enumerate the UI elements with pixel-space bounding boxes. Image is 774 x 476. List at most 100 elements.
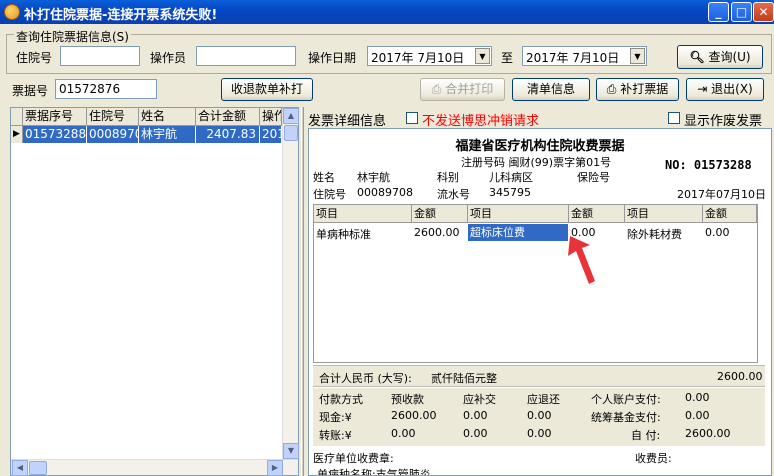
cashier-label: 收费员:: [635, 452, 672, 465]
binoculars-icon: 🔍︎: [689, 50, 705, 64]
to-label: 至: [501, 51, 514, 65]
patient-no-label: 住院号: [16, 51, 53, 65]
scroll-up-icon[interactable]: ▲: [283, 108, 299, 124]
splitter[interactable]: [301, 107, 304, 476]
item-name-selected[interactable]: 超标床位费: [468, 224, 568, 241]
items-header: 项目: [468, 205, 569, 223]
self-pay-label: 自 付:: [631, 429, 661, 442]
table-cell[interactable]: 01573288: [23, 126, 87, 143]
red-arrow-annotation: [568, 236, 595, 284]
name-value: 林宇航: [357, 171, 390, 184]
refund-label: 应退还: [527, 393, 560, 406]
exit-button-label: 退出(X): [711, 82, 753, 96]
close-button[interactable]: ✕: [753, 2, 774, 22]
date-from-picker[interactable]: 2017年 7月10日 ▼: [367, 46, 492, 66]
disease-line: 单病种名称:支气管肺炎: [317, 468, 431, 476]
merge-print-button[interactable]: ⎙ 合并打印: [420, 78, 505, 101]
transfer-prepaid: 0.00: [391, 427, 416, 440]
receipt-date: 2017年07月10日: [677, 188, 766, 201]
insurance-label: 保险号: [577, 171, 610, 184]
show-void-checkbox[interactable]: [668, 112, 680, 124]
fund-value: 0.00: [685, 409, 710, 422]
pay-method-label: 付款方式: [319, 393, 363, 406]
serial-label: 流水号: [437, 188, 470, 201]
total-label: 合计人民币 (大写):: [319, 372, 412, 385]
app-icon: [4, 4, 20, 20]
cash-refund: 0.00: [527, 409, 552, 422]
serial-value: 345795: [489, 186, 531, 199]
payment-area: 付款方式 预收款 应补交 应退还 个人账户支付: 0.00 现金:¥ 2600.…: [313, 388, 765, 446]
personal-value: 0.00: [685, 391, 710, 404]
col-header-total[interactable]: 合计金额: [196, 108, 260, 126]
search-button[interactable]: 🔍︎ 查询(U): [677, 45, 763, 69]
printer-icon: ⎙: [606, 82, 617, 96]
detail-label: 发票详细信息: [308, 114, 387, 129]
items-header: 金额: [412, 205, 468, 223]
receipt-list-grid[interactable]: 票据序号 住院号 姓名 合计金额 操作 ▶ 01573288 0008970 林…: [10, 107, 299, 476]
exit-button[interactable]: ⇥ 退出(X): [686, 78, 764, 101]
scroll-thumb[interactable]: [284, 125, 298, 141]
dept-value: 儿科病区: [489, 171, 533, 184]
title-bar: 补打住院票据-连接开票系统失败! _ □ ✕: [0, 0, 774, 24]
reprint-refund-button[interactable]: 收退款单补打: [221, 78, 313, 101]
receipt-title: 福建省医疗机构住院收费票据: [455, 139, 625, 154]
total-words: 贰仟陆佰元整: [431, 372, 497, 385]
table-cell[interactable]: 0008970: [87, 126, 139, 143]
items-header: 金额: [569, 205, 625, 223]
seal-label: 医疗单位收费章:: [313, 452, 394, 465]
items-header: 金额: [703, 205, 757, 223]
operator-label: 操作员: [150, 51, 187, 65]
table-cell[interactable]: 林宇航: [139, 126, 196, 143]
vertical-scrollbar[interactable]: ▲ ▼: [282, 108, 299, 459]
date-to-picker[interactable]: 2017年 7月10日 ▼: [522, 46, 647, 66]
cash-label: 现金:¥: [319, 411, 352, 424]
detail-info-button[interactable]: 清单信息: [512, 78, 590, 101]
col-header-operate[interactable]: 操作: [260, 108, 282, 126]
table-cell[interactable]: 201: [260, 126, 282, 143]
exit-door-icon: ⇥: [697, 82, 708, 96]
fund-label: 统筹基金支付:: [591, 411, 661, 424]
receipt-reg-line: 注册号码 闽财(99)票字第01号: [461, 156, 612, 169]
query-legend: 查询住院票据信息(S): [14, 28, 131, 45]
chevron-down-icon[interactable]: ▼: [475, 48, 490, 64]
dept-label: 科别: [437, 171, 459, 184]
cash-prepaid: 2600.00: [391, 409, 437, 422]
receipt-no-input[interactable]: 01572876: [55, 79, 157, 99]
chevron-down-icon[interactable]: ▼: [630, 48, 645, 64]
self-pay-value: 2600.00: [685, 427, 731, 440]
printer-icon: ⎙: [431, 82, 442, 96]
horizontal-scrollbar[interactable]: ◀ ▶: [11, 459, 298, 476]
patient-no-input[interactable]: [60, 46, 140, 66]
no-cancel-label: 不发送博思冲销请求: [422, 114, 540, 129]
item-amount: 0.00: [705, 226, 730, 239]
date-from-value: 2017年 7月10日: [371, 51, 465, 65]
item-amount: 2600.00: [414, 226, 460, 239]
show-void-label: 显示作废发票: [684, 114, 763, 129]
scroll-left-icon[interactable]: ◀: [12, 460, 28, 476]
supplement-label: 应补交: [463, 393, 496, 406]
col-header-receipt-no[interactable]: 票据序号: [23, 108, 87, 126]
date-label: 操作日期: [308, 51, 357, 65]
col-header-name[interactable]: 姓名: [139, 108, 196, 126]
window-title: 补打住院票据-连接开票系统失败!: [24, 8, 218, 23]
h-scroll-thumb[interactable]: [29, 461, 47, 475]
current-row-indicator-icon: ▶: [11, 126, 23, 143]
scroll-down-icon[interactable]: ▼: [283, 443, 299, 459]
receipt-preview: 福建省医疗机构住院收费票据 注册号码 闽财(99)票字第01号 NO: 0157…: [308, 128, 772, 476]
no-cancel-checkbox[interactable]: [406, 112, 418, 124]
reprint-receipt-button[interactable]: ⎙ 补打票据: [596, 78, 679, 101]
name-label: 姓名: [313, 171, 335, 184]
total-value: 2600.00: [717, 370, 763, 383]
minimize-button[interactable]: _: [708, 2, 729, 22]
table-cell[interactable]: 2407.83: [196, 126, 260, 143]
scroll-right-icon[interactable]: ▶: [267, 460, 283, 476]
row-indicator-header: [11, 108, 23, 126]
items-header: 项目: [314, 205, 412, 223]
operator-input[interactable]: [196, 46, 296, 66]
items-table: 项目 金额 项目 金额 项目 金额 单病种标准 2600.00 超标床位费 0.…: [313, 204, 758, 363]
maximize-button[interactable]: □: [731, 2, 752, 22]
col-header-patient-no[interactable]: 住院号: [87, 108, 139, 126]
item-name: 除外耗材费: [627, 228, 682, 241]
receipt-number: NO: 01573288: [665, 158, 752, 172]
personal-label: 个人账户支付:: [591, 393, 661, 406]
